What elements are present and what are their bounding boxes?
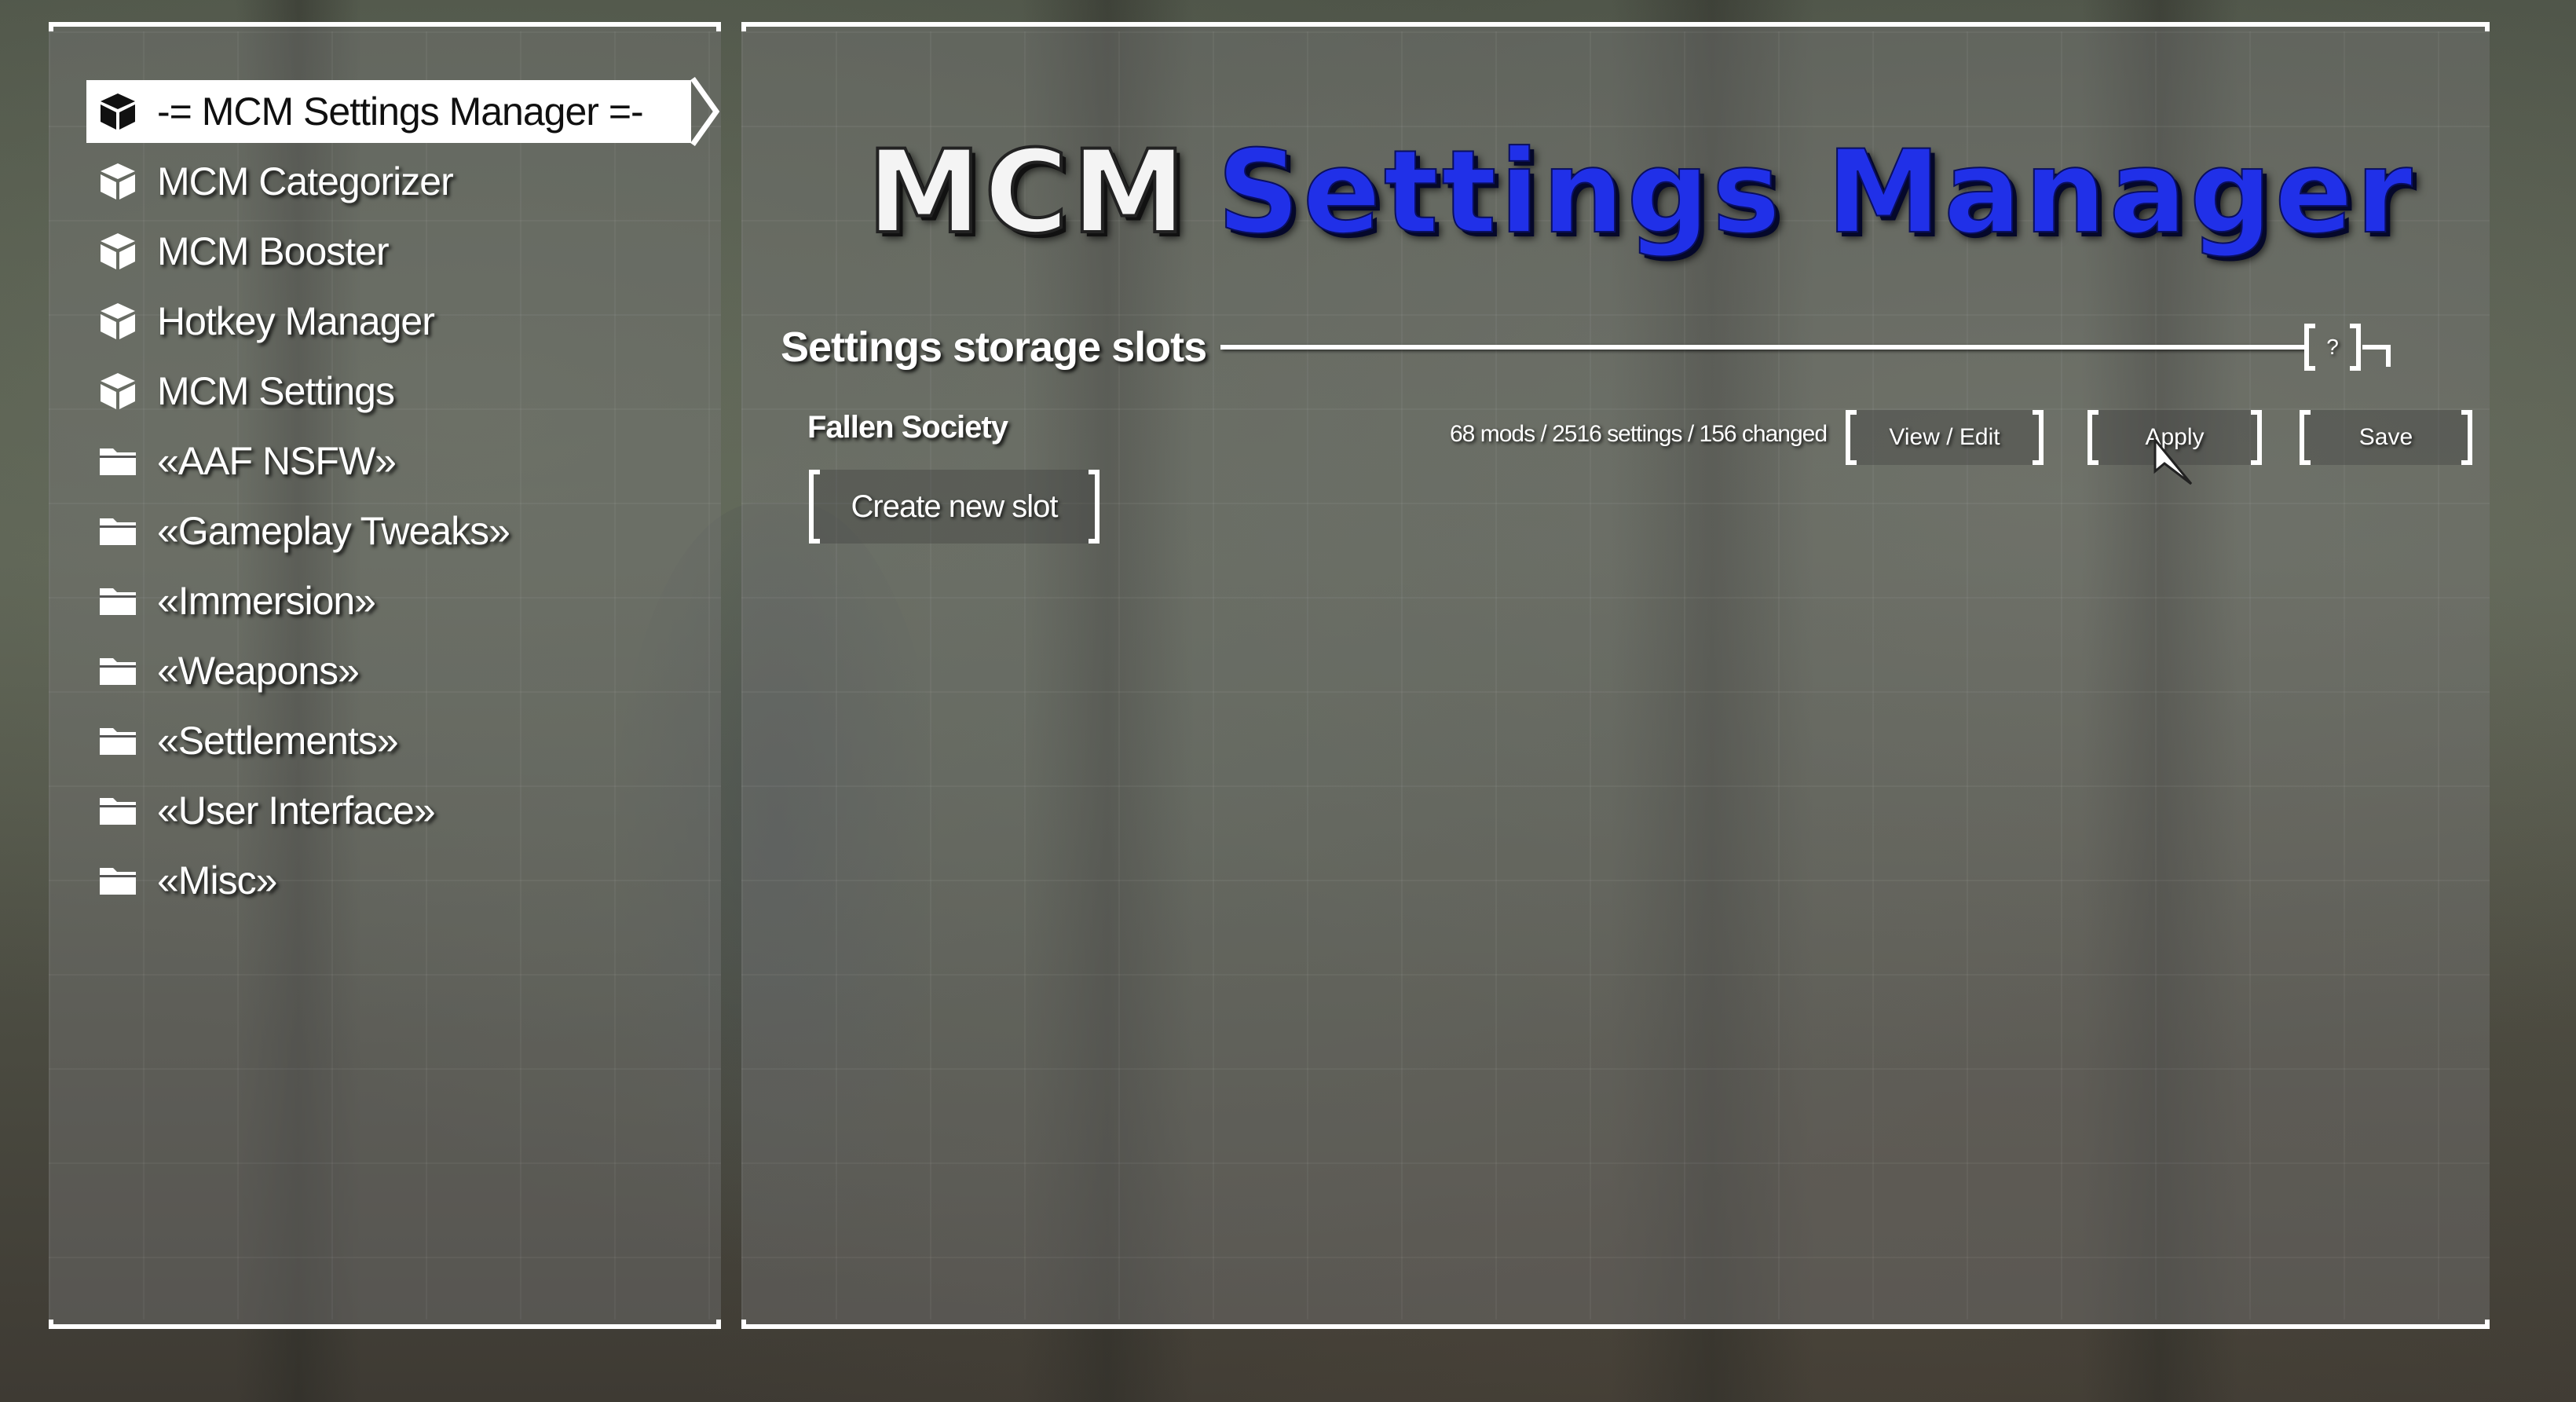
logo-settings-manager-text: Settings Manager — [1217, 125, 2416, 260]
slot-stats: 68 mods / 2516 settings / 156 changed — [1450, 421, 1828, 447]
sidebar-item-mcm-settings-manager[interactable]: -= MCM Settings Manager =- — [86, 76, 720, 147]
slot-name: Fallen Society — [807, 410, 1008, 445]
folder-icon — [97, 790, 138, 831]
panel-frame-bottom — [741, 1320, 2490, 1329]
mouse-cursor-icon — [2152, 436, 2199, 500]
folder-icon — [97, 860, 138, 901]
sidebar-list: -= MCM Settings Manager =- MCM Categoriz… — [86, 76, 730, 919]
section-header: Settings storage slots ? — [781, 316, 2391, 379]
sidebar-item-label: «Immersion» — [157, 579, 376, 623]
create-new-slot-label: Create new slot — [851, 489, 1059, 524]
folder-icon — [97, 580, 138, 621]
mod-logo: MCM Settings Manager — [865, 124, 2416, 261]
panel-frame-bottom — [49, 1320, 721, 1329]
help-button[interactable]: ? — [2304, 324, 2361, 371]
sidebar-item-settlements[interactable]: «Settlements» — [86, 709, 730, 772]
cube-icon — [97, 231, 138, 272]
sidebar-item-hotkey-manager[interactable]: Hotkey Manager — [86, 290, 730, 353]
view-edit-button[interactable]: View / Edit — [1846, 410, 2044, 465]
create-new-slot-button[interactable]: Create new slot — [809, 470, 1100, 544]
sidebar-item-immersion[interactable]: «Immersion» — [86, 569, 730, 632]
sidebar-item-label: «AAF NSFW» — [157, 439, 397, 483]
panel-frame-top — [49, 22, 721, 31]
sidebar-item-label: MCM Booster — [157, 229, 390, 273]
chevron-right-icon — [690, 76, 721, 147]
sidebar-item-label: -= MCM Settings Manager =- — [157, 90, 644, 134]
save-button[interactable]: Save — [2300, 410, 2472, 465]
help-connector-end — [2386, 345, 2391, 367]
section-divider — [1220, 345, 2304, 350]
sidebar-item-label: «Weapons» — [157, 649, 360, 693]
folder-icon — [97, 511, 138, 551]
help-connector — [2362, 345, 2386, 350]
cube-icon — [97, 371, 138, 412]
cube-icon — [97, 161, 138, 202]
folder-icon — [97, 441, 138, 481]
main-panel: MCM Settings Manager Settings storage slo… — [741, 22, 2490, 1329]
cube-icon — [97, 91, 138, 132]
sidebar-item-label: Hotkey Manager — [157, 299, 435, 343]
sidebar-panel: -= MCM Settings Manager =- MCM Categoriz… — [49, 22, 721, 1329]
sidebar-item-label: «Gameplay Tweaks» — [157, 509, 510, 553]
sidebar-item-mcm-settings[interactable]: MCM Settings — [86, 360, 730, 423]
help-label: ? — [2326, 335, 2339, 359]
logo-mcm-text: MCM — [865, 124, 1189, 261]
panel-frame-top — [741, 22, 2490, 31]
sidebar-item-aaf-nsfw[interactable]: «AAF NSFW» — [86, 430, 730, 492]
sidebar-item-user-interface[interactable]: «User Interface» — [86, 779, 730, 842]
sidebar-item-label: MCM Categorizer — [157, 159, 454, 203]
sidebar-item-gameplay-tweaks[interactable]: «Gameplay Tweaks» — [86, 500, 730, 562]
folder-icon — [97, 650, 138, 691]
sidebar-item-mcm-booster[interactable]: MCM Booster — [86, 220, 730, 283]
sidebar-item-mcm-categorizer[interactable]: MCM Categorizer — [86, 150, 730, 213]
save-label: Save — [2358, 424, 2413, 450]
folder-icon — [97, 720, 138, 761]
view-edit-label: View / Edit — [1889, 424, 2000, 450]
sidebar-item-misc[interactable]: «Misc» — [86, 849, 730, 912]
sidebar-item-label: «Misc» — [157, 858, 277, 902]
sidebar-item-weapons[interactable]: «Weapons» — [86, 639, 730, 702]
sidebar-item-label: «User Interface» — [157, 789, 436, 833]
cube-icon — [97, 301, 138, 342]
section-title: Settings storage slots — [781, 324, 1207, 371]
sidebar-item-label: «Settlements» — [157, 719, 399, 763]
sidebar-item-label: MCM Settings — [157, 369, 395, 413]
